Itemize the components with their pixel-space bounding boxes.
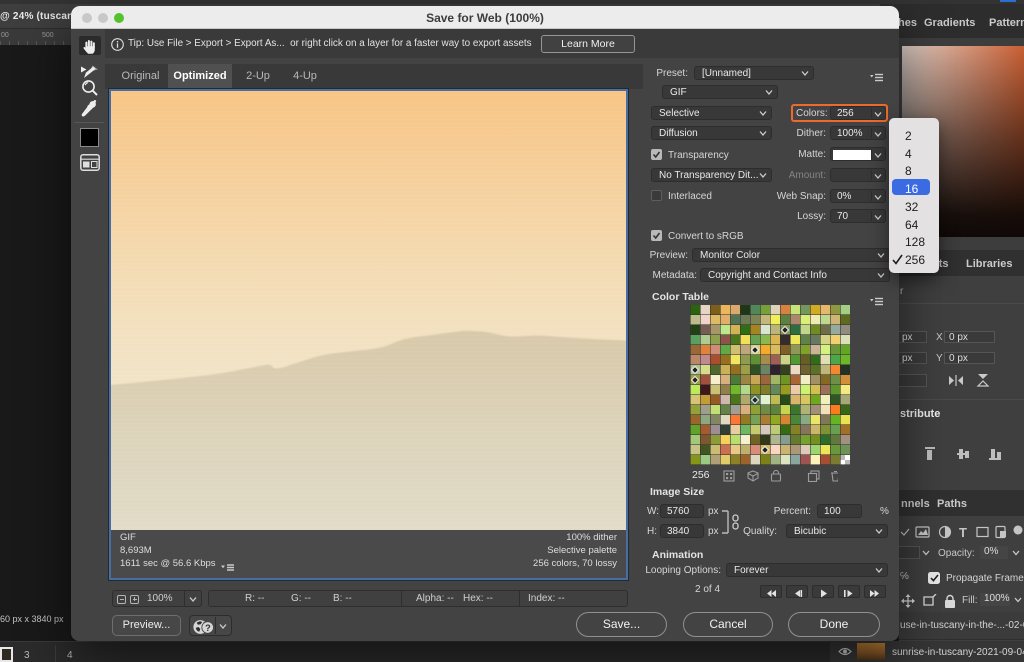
svg-text:T: T [959, 525, 967, 540]
svg-text:?: ? [205, 622, 211, 632]
